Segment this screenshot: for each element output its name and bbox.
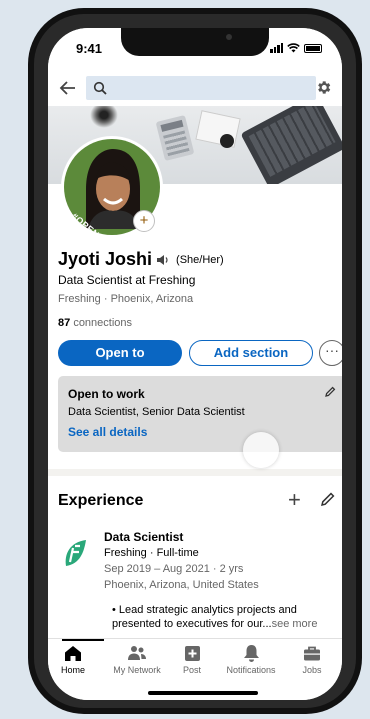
wifi-icon bbox=[287, 43, 300, 53]
home-icon bbox=[65, 645, 81, 661]
network-icon bbox=[128, 645, 146, 660]
touch-indicator bbox=[243, 432, 279, 468]
status-icons bbox=[270, 43, 322, 53]
connections-count[interactable]: 87 connections bbox=[58, 317, 132, 329]
profile-name: Jyoti Joshi bbox=[58, 249, 153, 269]
open-to-button[interactable]: Open to bbox=[58, 340, 182, 366]
back-arrow-icon[interactable] bbox=[58, 78, 78, 98]
battery-icon bbox=[304, 44, 322, 53]
nav-my-network[interactable]: My Network bbox=[102, 643, 172, 675]
job-bullet-text: Lead strategic analytics projects and pr… bbox=[112, 604, 297, 630]
search-input[interactable] bbox=[86, 76, 316, 100]
search-icon bbox=[93, 81, 107, 95]
open-to-work-title: Open to work bbox=[68, 387, 145, 401]
signal-icon bbox=[270, 43, 283, 53]
connections-label: connections bbox=[73, 317, 133, 329]
profile-location: Freshing · Phoenix, Arizona bbox=[58, 293, 194, 305]
job-description: • Lead strategic analytics projects and … bbox=[112, 604, 318, 630]
post-icon bbox=[184, 645, 200, 661]
edit-pencil-icon[interactable] bbox=[324, 386, 336, 398]
open-to-work-card[interactable]: Open to work Data Scientist, Senior Data… bbox=[58, 376, 342, 452]
gear-icon[interactable] bbox=[315, 79, 332, 96]
home-indicator bbox=[148, 691, 258, 695]
add-photo-button[interactable]: + bbox=[133, 210, 155, 232]
see-more-link[interactable]: see more bbox=[272, 618, 318, 630]
name-row: Jyoti Joshi (She/Her) bbox=[58, 249, 224, 270]
pronouns: (She/Her) bbox=[176, 253, 224, 266]
app-screen: 9:41 + Jyoti Joshi (She/Her) Data Scient… bbox=[48, 28, 342, 700]
profile-card: #OPENTOWORK + Jyoti Joshi (She/Her) Data… bbox=[48, 106, 342, 469]
profile-content: #OPENTOWORK + Jyoti Joshi (She/Her) Data… bbox=[48, 106, 342, 646]
nav-jobs-label: Jobs bbox=[302, 665, 322, 675]
nav-notifications-label: Notifications bbox=[226, 665, 276, 675]
calculator-decoration bbox=[155, 114, 195, 162]
status-time: 9:41 bbox=[76, 41, 103, 56]
add-section-button[interactable]: Add section bbox=[189, 340, 313, 366]
nav-post-label: Post bbox=[182, 665, 201, 675]
connections-number: 87 bbox=[58, 317, 71, 329]
more-options-button[interactable]: ··· bbox=[319, 340, 342, 366]
job-dates: Sep 2019 – Aug 2021 · 2 yrs bbox=[104, 563, 244, 575]
job-title: Data Scientist bbox=[104, 530, 184, 544]
job-location: Phoenix, Arizona, United States bbox=[104, 579, 259, 591]
home-active-indicator bbox=[62, 639, 104, 641]
bell-icon bbox=[243, 645, 259, 662]
cup-decoration bbox=[220, 134, 234, 148]
nav-network-label: My Network bbox=[113, 665, 161, 675]
company-logo-icon bbox=[65, 540, 86, 566]
experience-section: Experience + Data Scientist Freshing · F… bbox=[48, 476, 342, 646]
speaker-icon[interactable] bbox=[156, 254, 170, 266]
nav-notifications[interactable]: Notifications bbox=[216, 643, 286, 675]
briefcase-icon bbox=[304, 646, 320, 660]
nav-home[interactable]: Home bbox=[52, 643, 94, 675]
profile-headline: Data Scientist at Freshing bbox=[58, 273, 196, 287]
laptop-decoration bbox=[240, 106, 342, 184]
add-experience-icon[interactable]: + bbox=[288, 489, 301, 511]
job-company: Freshing · Full-time bbox=[104, 547, 199, 559]
experience-title: Experience bbox=[58, 492, 144, 509]
nav-post[interactable]: Post bbox=[172, 643, 212, 675]
see-all-details-link[interactable]: See all details bbox=[68, 425, 147, 439]
edit-experience-icon[interactable] bbox=[320, 491, 336, 507]
nav-home-label: Home bbox=[60, 665, 85, 675]
plant-decoration bbox=[90, 106, 118, 128]
nav-jobs[interactable]: Jobs bbox=[292, 643, 332, 675]
search-bar bbox=[48, 70, 342, 106]
notch bbox=[121, 28, 269, 56]
open-to-work-roles: Data Scientist, Senior Data Scientist bbox=[68, 406, 245, 418]
